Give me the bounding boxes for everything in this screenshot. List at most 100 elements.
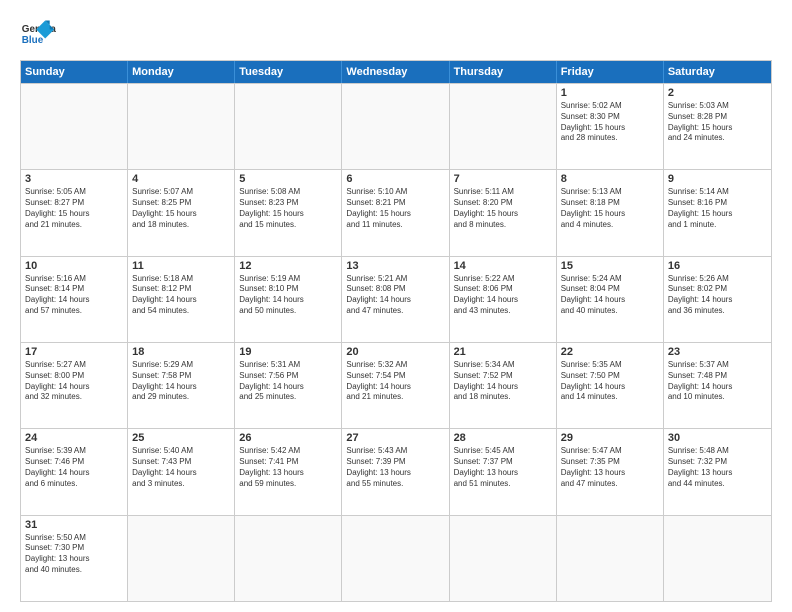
- day-number: 21: [454, 346, 552, 358]
- day-cell-empty: [557, 516, 664, 601]
- day-cell-10: 10 Sunrise: 5:16 AM Sunset: 8:14 PM Dayli…: [21, 257, 128, 342]
- logo: General Blue: [20, 16, 56, 52]
- weekday-header-tuesday: Tuesday: [235, 61, 342, 83]
- day-cell-empty: [21, 84, 128, 169]
- day-cell-empty: [450, 84, 557, 169]
- day-number: 9: [668, 173, 767, 185]
- day-cell-8: 8 Sunrise: 5:13 AM Sunset: 8:18 PM Daylig…: [557, 170, 664, 255]
- day-cell-2: 2 Sunrise: 5:03 AM Sunset: 8:28 PM Daylig…: [664, 84, 771, 169]
- day-info: Sunrise: 5:18 AM Sunset: 8:12 PM Dayligh…: [132, 274, 230, 317]
- day-cell-6: 6Sunrise: 5:10 AM Sunset: 8:21 PM Daylig…: [342, 170, 449, 255]
- day-info: Sunrise: 5:27 AM Sunset: 8:00 PM Dayligh…: [25, 360, 123, 403]
- day-cell-28: 28 Sunrise: 5:45 AM Sunset: 7:37 PM Dayli…: [450, 429, 557, 514]
- day-cell-30: 30Sunrise: 5:48 AM Sunset: 7:32 PM Dayli…: [664, 429, 771, 514]
- day-cell-19: 19Sunrise: 5:31 AM Sunset: 7:56 PM Dayli…: [235, 343, 342, 428]
- day-number: 29: [561, 432, 659, 444]
- day-number: 10: [25, 260, 123, 272]
- day-info: Sunrise: 5:47 AM Sunset: 7:35 PM Dayligh…: [561, 446, 659, 489]
- day-info: Sunrise: 5:45 AM Sunset: 7:37 PM Dayligh…: [454, 446, 552, 489]
- day-info: Sunrise: 5:42 AM Sunset: 7:41 PM Dayligh…: [239, 446, 337, 489]
- day-cell-13: 13 Sunrise: 5:21 AM Sunset: 8:08 PM Dayli…: [342, 257, 449, 342]
- day-cell-empty: [235, 84, 342, 169]
- day-number: 13: [346, 260, 444, 272]
- day-info: Sunrise: 5:24 AM Sunset: 8:04 PM Dayligh…: [561, 274, 659, 317]
- page-header: General Blue: [20, 16, 772, 52]
- day-info: Sunrise: 5:14 AM Sunset: 8:16 PM Dayligh…: [668, 187, 767, 230]
- day-number: 28: [454, 432, 552, 444]
- day-cell-empty: [128, 84, 235, 169]
- day-cell-11: 11Sunrise: 5:18 AM Sunset: 8:12 PM Dayli…: [128, 257, 235, 342]
- day-number: 30: [668, 432, 767, 444]
- weekday-header-wednesday: Wednesday: [342, 61, 449, 83]
- day-number: 20: [346, 346, 444, 358]
- day-info: Sunrise: 5:31 AM Sunset: 7:56 PM Dayligh…: [239, 360, 337, 403]
- day-cell-16: 16Sunrise: 5:26 AM Sunset: 8:02 PM Dayli…: [664, 257, 771, 342]
- day-info: Sunrise: 5:11 AM Sunset: 8:20 PM Dayligh…: [454, 187, 552, 230]
- calendar-header: SundayMondayTuesdayWednesdayThursdayFrid…: [21, 61, 771, 83]
- day-info: Sunrise: 5:08 AM Sunset: 8:23 PM Dayligh…: [239, 187, 337, 230]
- day-info: Sunrise: 5:19 AM Sunset: 8:10 PM Dayligh…: [239, 274, 337, 317]
- weekday-header-monday: Monday: [128, 61, 235, 83]
- day-info: Sunrise: 5:05 AM Sunset: 8:27 PM Dayligh…: [25, 187, 123, 230]
- day-info: Sunrise: 5:34 AM Sunset: 7:52 PM Dayligh…: [454, 360, 552, 403]
- day-cell-24: 24 Sunrise: 5:39 AM Sunset: 7:46 PM Dayli…: [21, 429, 128, 514]
- day-number: 1: [561, 87, 659, 99]
- day-number: 2: [668, 87, 767, 99]
- day-info: Sunrise: 5:07 AM Sunset: 8:25 PM Dayligh…: [132, 187, 230, 230]
- calendar-row-0: 1Sunrise: 5:02 AM Sunset: 8:30 PM Daylig…: [21, 83, 771, 169]
- day-cell-empty: [235, 516, 342, 601]
- day-number: 24: [25, 432, 123, 444]
- day-info: Sunrise: 5:50 AM Sunset: 7:30 PM Dayligh…: [25, 533, 123, 576]
- day-number: 7: [454, 173, 552, 185]
- day-cell-empty: [128, 516, 235, 601]
- day-number: 12: [239, 260, 337, 272]
- day-number: 3: [25, 173, 123, 185]
- day-info: Sunrise: 5:10 AM Sunset: 8:21 PM Dayligh…: [346, 187, 444, 230]
- day-info: Sunrise: 5:16 AM Sunset: 8:14 PM Dayligh…: [25, 274, 123, 317]
- day-info: Sunrise: 5:43 AM Sunset: 7:39 PM Dayligh…: [346, 446, 444, 489]
- day-number: 8: [561, 173, 659, 185]
- day-cell-9: 9 Sunrise: 5:14 AM Sunset: 8:16 PM Daylig…: [664, 170, 771, 255]
- svg-text:Blue: Blue: [22, 35, 44, 46]
- day-number: 17: [25, 346, 123, 358]
- day-number: 18: [132, 346, 230, 358]
- day-info: Sunrise: 5:39 AM Sunset: 7:46 PM Dayligh…: [25, 446, 123, 489]
- day-cell-1: 1Sunrise: 5:02 AM Sunset: 8:30 PM Daylig…: [557, 84, 664, 169]
- calendar-row-5: 31 Sunrise: 5:50 AM Sunset: 7:30 PM Dayli…: [21, 515, 771, 601]
- day-cell-22: 22Sunrise: 5:35 AM Sunset: 7:50 PM Dayli…: [557, 343, 664, 428]
- day-number: 4: [132, 173, 230, 185]
- weekday-header-thursday: Thursday: [450, 61, 557, 83]
- calendar-row-2: 10 Sunrise: 5:16 AM Sunset: 8:14 PM Dayli…: [21, 256, 771, 342]
- day-cell-empty: [342, 516, 449, 601]
- day-number: 14: [454, 260, 552, 272]
- day-cell-empty: [450, 516, 557, 601]
- day-cell-5: 5Sunrise: 5:08 AM Sunset: 8:23 PM Daylig…: [235, 170, 342, 255]
- weekday-header-saturday: Saturday: [664, 61, 771, 83]
- day-cell-29: 29 Sunrise: 5:47 AM Sunset: 7:35 PM Dayli…: [557, 429, 664, 514]
- day-cell-15: 15 Sunrise: 5:24 AM Sunset: 8:04 PM Dayli…: [557, 257, 664, 342]
- calendar-row-1: 3 Sunrise: 5:05 AM Sunset: 8:27 PM Daylig…: [21, 169, 771, 255]
- day-info: Sunrise: 5:29 AM Sunset: 7:58 PM Dayligh…: [132, 360, 230, 403]
- day-info: Sunrise: 5:37 AM Sunset: 7:48 PM Dayligh…: [668, 360, 767, 403]
- day-cell-27: 27 Sunrise: 5:43 AM Sunset: 7:39 PM Dayli…: [342, 429, 449, 514]
- day-cell-12: 12 Sunrise: 5:19 AM Sunset: 8:10 PM Dayli…: [235, 257, 342, 342]
- day-cell-31: 31 Sunrise: 5:50 AM Sunset: 7:30 PM Dayli…: [21, 516, 128, 601]
- weekday-header-friday: Friday: [557, 61, 664, 83]
- day-number: 31: [25, 519, 123, 531]
- day-info: Sunrise: 5:13 AM Sunset: 8:18 PM Dayligh…: [561, 187, 659, 230]
- day-cell-17: 17 Sunrise: 5:27 AM Sunset: 8:00 PM Dayli…: [21, 343, 128, 428]
- day-number: 27: [346, 432, 444, 444]
- day-cell-20: 20Sunrise: 5:32 AM Sunset: 7:54 PM Dayli…: [342, 343, 449, 428]
- calendar-body: 1Sunrise: 5:02 AM Sunset: 8:30 PM Daylig…: [21, 83, 771, 601]
- day-info: Sunrise: 5:03 AM Sunset: 8:28 PM Dayligh…: [668, 101, 767, 144]
- day-cell-empty: [342, 84, 449, 169]
- day-number: 22: [561, 346, 659, 358]
- day-cell-18: 18 Sunrise: 5:29 AM Sunset: 7:58 PM Dayli…: [128, 343, 235, 428]
- day-cell-26: 26Sunrise: 5:42 AM Sunset: 7:41 PM Dayli…: [235, 429, 342, 514]
- day-info: Sunrise: 5:22 AM Sunset: 8:06 PM Dayligh…: [454, 274, 552, 317]
- day-number: 15: [561, 260, 659, 272]
- day-cell-25: 25Sunrise: 5:40 AM Sunset: 7:43 PM Dayli…: [128, 429, 235, 514]
- day-number: 16: [668, 260, 767, 272]
- day-info: Sunrise: 5:21 AM Sunset: 8:08 PM Dayligh…: [346, 274, 444, 317]
- day-cell-21: 21 Sunrise: 5:34 AM Sunset: 7:52 PM Dayli…: [450, 343, 557, 428]
